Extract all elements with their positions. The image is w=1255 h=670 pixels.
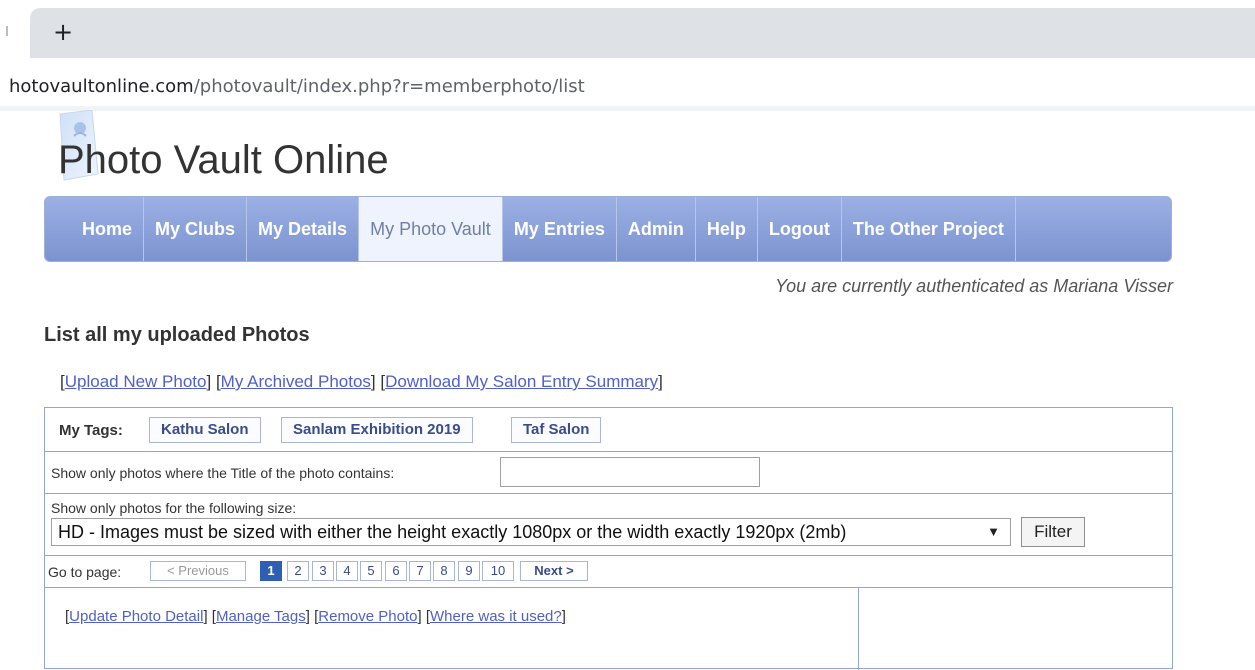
pager-page-5[interactable]: 5 <box>360 561 382 581</box>
browser-edge <box>0 106 1255 111</box>
pager-page-6[interactable]: 6 <box>385 561 407 581</box>
nav-item-the-other-project[interactable]: The Other Project <box>842 197 1016 261</box>
pager-prev-button[interactable]: < Previous <box>150 561 246 581</box>
pager-page-8[interactable]: 8 <box>433 561 455 581</box>
remove-photo-link[interactable]: Remove Photo <box>318 608 417 625</box>
size-select[interactable]: HD - Images must be sized with either th… <box>51 518 1011 546</box>
title-filter-row: Show only photos where the Title of the … <box>45 452 1172 494</box>
pager-label: Go to page: <box>48 564 122 580</box>
main-nav: Home My Clubs My Details My Photo Vault My E… <box>44 196 1172 262</box>
manage-tags-link[interactable]: Manage Tags <box>216 608 306 625</box>
auth-status-text: You are currently authenticated as Maria… <box>775 276 1173 296</box>
pager-row: Go to page: < Previous 1 2 3 4 5 6 7 8 9 10 Next > <box>45 556 1172 588</box>
nav-item-my-photo-vault[interactable]: My Photo Vault <box>359 197 503 261</box>
pager-page-2[interactable]: 2 <box>287 561 309 581</box>
page-title: List all my uploaded Photos <box>44 324 310 346</box>
page-actions: [Upload New Photo] [My Archived Photos] … <box>60 372 663 391</box>
tag-taf-salon[interactable]: Taf Salon <box>511 417 602 443</box>
nav-item-my-details[interactable]: My Details <box>247 197 360 261</box>
new-tab-icon[interactable]: + <box>53 18 73 46</box>
tag-kathu-salon[interactable]: Kathu Salon <box>149 417 261 443</box>
photo-list-panel: My Tags: Kathu Salon Sanlam Exhibition 2… <box>44 407 1173 670</box>
nav-item-home[interactable]: Home <box>71 197 145 261</box>
chevron-down-icon: ▼ <box>987 524 1000 539</box>
title-filter-input[interactable] <box>500 457 760 487</box>
update-photo-link[interactable]: Update Photo Detail <box>69 608 203 625</box>
tab-separator <box>6 26 8 36</box>
filter-button[interactable]: Filter <box>1021 517 1085 547</box>
download-summary-link[interactable]: Download My Salon Entry Summary <box>385 372 658 391</box>
upload-photo-link[interactable]: Upload New Photo <box>65 372 207 391</box>
pager-page-7[interactable]: 7 <box>409 561 431 581</box>
photo-item: [Update Photo Detail] [Manage Tags] [Rem… <box>45 588 859 670</box>
size-filter-row: Show only photos for the following size:… <box>45 494 1172 556</box>
pager-page-4[interactable]: 4 <box>336 561 358 581</box>
where-used-link[interactable]: Where was it used? <box>430 608 562 625</box>
pager-page-3[interactable]: 3 <box>312 561 334 581</box>
url-path: /photovault/index.php?r=memberphoto/list <box>193 76 585 97</box>
nav-item-logout[interactable]: Logout <box>758 197 842 261</box>
tags-row: My Tags: Kathu Salon Sanlam Exhibition 2… <box>45 408 1172 452</box>
size-select-value: HD - Images must be sized with either th… <box>58 522 847 542</box>
pager-page-10[interactable]: 10 <box>482 561 514 581</box>
size-filter-label: Show only photos for the following size: <box>51 500 297 516</box>
tab-bar <box>30 8 1255 58</box>
title-filter-label: Show only photos where the Title of the … <box>51 465 395 481</box>
photo-actions: [Update Photo Detail] [Manage Tags] [Rem… <box>65 608 566 625</box>
nav-item-my-clubs[interactable]: My Clubs <box>144 197 248 261</box>
pager-next-button[interactable]: Next > <box>520 561 588 581</box>
tag-sanlam-exhibition-2019[interactable]: Sanlam Exhibition 2019 <box>281 417 473 443</box>
browser-tab-strip: + <box>0 0 1255 58</box>
nav-item-admin[interactable]: Admin <box>617 197 696 261</box>
pager-page-9[interactable]: 9 <box>458 561 480 581</box>
archived-photos-link[interactable]: My Archived Photos <box>221 372 371 391</box>
nav-item-help[interactable]: Help <box>696 197 758 261</box>
url-text[interactable]: hotovaultonline.com/photovault/index.php… <box>9 76 585 97</box>
site-title: Photo Vault Online <box>58 138 389 182</box>
nav-item-my-entries[interactable]: My Entries <box>503 197 617 261</box>
tags-label: My Tags: <box>59 422 123 439</box>
pager-page-1[interactable]: 1 <box>260 561 282 581</box>
url-host: hotovaultonline.com <box>9 76 194 97</box>
